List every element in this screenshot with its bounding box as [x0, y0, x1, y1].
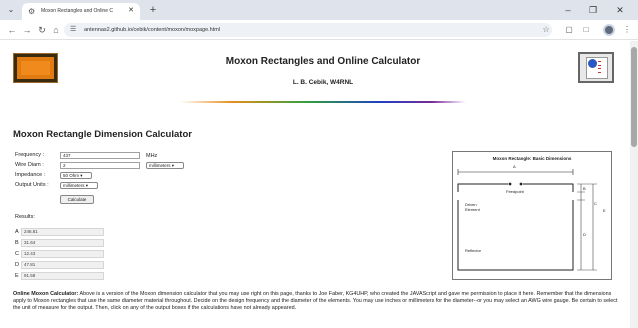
book-text-lines-icon: ▬ ▬ ▬ ▬: [598, 59, 601, 74]
address-bar[interactable]: ☰ antennas2.github.io/cebik/content/moxo…: [64, 23, 552, 37]
close-window-icon[interactable]: ✕: [610, 2, 630, 18]
feedpoint-dot-left: [508, 182, 512, 186]
diagram-label-e: E: [603, 208, 606, 213]
feedpoint-label: Feedpoint: [506, 189, 524, 194]
output-units-select[interactable]: millimeters ▾: [60, 182, 98, 189]
impedance-select[interactable]: 50 Ohm ▾: [60, 172, 92, 179]
result-letter-e: E: [15, 273, 19, 279]
close-tab-icon[interactable]: ✕: [126, 6, 136, 16]
profile-avatar-icon[interactable]: [603, 24, 615, 36]
page-content: ▬ ▬ ▬ ▬ Moxon Rectangles and Online Calcula…: [0, 41, 630, 328]
back-icon[interactable]: ←: [6, 24, 18, 36]
bookmark-star-icon[interactable]: ☆: [540, 24, 552, 36]
extensions-icon[interactable]: □: [580, 24, 592, 36]
driven-element-left: [457, 183, 508, 192]
result-box-b[interactable]: 31.64: [21, 239, 104, 247]
frequency-unit: MHz: [146, 153, 158, 159]
result-letter-c: C: [15, 251, 19, 257]
forward-icon[interactable]: →: [21, 24, 33, 36]
tab-groups-icon[interactable]: ▢: [563, 24, 575, 36]
output-units-value: millimeters: [63, 183, 85, 188]
page-title: Moxon Rectangles and Online Calculator: [225, 56, 421, 67]
feedpoint-dot-right: [519, 182, 523, 186]
maximize-icon[interactable]: ❐: [583, 2, 603, 18]
result-letter-d: D: [15, 262, 19, 268]
impedance-label: Impedance :: [15, 172, 46, 178]
reflector-label: Reflector: [465, 248, 482, 253]
diagram-label-d: D: [583, 232, 586, 237]
home-icon[interactable]: ⌂: [50, 24, 62, 36]
results-label: Results:: [15, 214, 35, 220]
tab-search-icon[interactable]: ⌄: [5, 4, 17, 16]
page-favicon-icon: ⚙: [28, 7, 36, 16]
driven-element-label: Driven Element: [465, 202, 480, 212]
driven-element-right: [523, 183, 574, 192]
wire-diam-label: Wire Diam :: [15, 162, 44, 168]
result-box-c[interactable]: 12.43: [21, 250, 104, 258]
site-info-icon[interactable]: ☰: [70, 24, 80, 36]
output-units-label: Output Units :: [15, 182, 49, 188]
frequency-label: Frequency :: [15, 152, 45, 158]
description-text: Above is a version of the Moxon dimensio…: [13, 291, 618, 311]
diagram-label-c: C: [594, 201, 597, 206]
diagram-label-b: B: [583, 186, 586, 191]
badge-icon: [588, 59, 597, 68]
browser-tab[interactable]: ⚙ Moxon Rectangles and Online C ✕: [22, 3, 140, 20]
diagram-label-a: A: [513, 164, 516, 169]
result-box-d[interactable]: 47.81: [21, 261, 104, 269]
calculator-heading: Moxon Rectangle Dimension Calculator: [13, 129, 192, 140]
result-box-e[interactable]: 91.58: [21, 272, 104, 280]
diagram-drawing: [457, 169, 597, 271]
new-tab-icon[interactable]: +: [147, 4, 159, 16]
impedance-value: 50 Ohm: [63, 173, 80, 178]
scrollbar-thumb[interactable]: [631, 47, 637, 147]
browser-toolbar: ← → ↻ ⌂ ☰ antennas2.github.io/cebik/cont…: [0, 20, 638, 40]
result-letter-b: B: [15, 240, 19, 246]
right-logo: ▬ ▬ ▬ ▬: [578, 52, 614, 83]
book-icon: ▬ ▬ ▬ ▬: [586, 57, 608, 79]
minimize-icon[interactable]: –: [558, 2, 578, 18]
moxon-diagram: Moxon Rectangle: Basic Dimensions A Feed…: [452, 151, 612, 280]
page-scrollbar[interactable]: [630, 41, 638, 328]
frequency-input[interactable]: 437: [60, 152, 140, 159]
reload-icon[interactable]: ↻: [36, 24, 48, 36]
description-lead: Online Moxon Calculator:: [13, 291, 79, 297]
tab-title: Moxon Rectangles and Online C: [41, 8, 113, 14]
left-logo: [13, 53, 58, 83]
url-text: antennas2.github.io/cebik/content/moxon/…: [84, 27, 221, 33]
wire-diam-input[interactable]: 2: [60, 162, 140, 169]
result-letter-a: A: [15, 229, 19, 235]
tab-bar: ⌄ ⚙ Moxon Rectangles and Online C ✕ + – …: [0, 0, 638, 20]
result-box-a[interactable]: 246.81: [21, 228, 104, 236]
logo-panel: [21, 61, 50, 75]
page-author: L. B. Cebik, W4RNL: [292, 79, 354, 86]
menu-dots-icon[interactable]: ⋮: [621, 24, 633, 36]
rainbow-divider: [180, 101, 466, 103]
description-paragraph: Online Moxon Calculator: Above is a vers…: [13, 291, 625, 312]
wire-unit-value: millimeters: [149, 163, 171, 168]
calculate-button[interactable]: Calculate: [60, 195, 94, 204]
wire-unit-select[interactable]: millimeters ▾: [146, 162, 184, 169]
